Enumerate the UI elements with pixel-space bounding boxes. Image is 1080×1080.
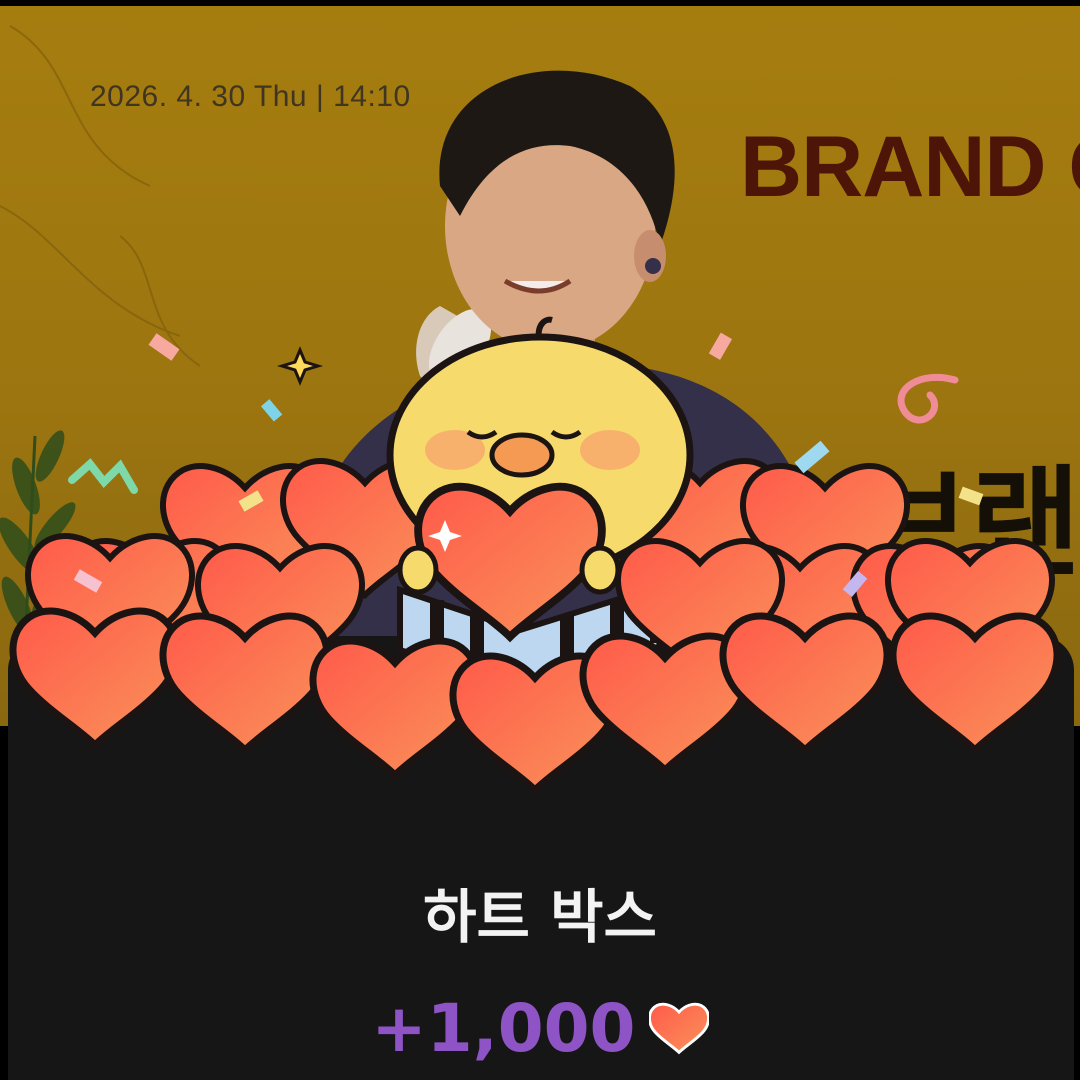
reward-row: +1,000 xyxy=(0,990,1080,1067)
heart-icon xyxy=(723,616,887,750)
heart-icon xyxy=(893,616,1057,750)
heart-icon xyxy=(648,1002,709,1054)
reward-amount: +1,000 xyxy=(371,990,636,1067)
popup-title: 하트 박스 xyxy=(423,883,657,951)
chick-hand xyxy=(579,545,621,595)
gift-popup-screen: 2026. 4. 30 Thu | 14:10 BRAND C 브랜 xyxy=(0,0,1080,1080)
chick-hand xyxy=(397,545,439,595)
heart-icon xyxy=(13,611,177,745)
heart-icon xyxy=(163,616,327,750)
